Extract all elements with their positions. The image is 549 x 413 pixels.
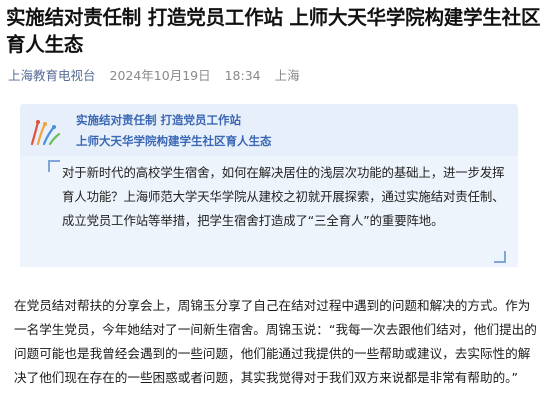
publish-date: 2024年10月19日 [109, 68, 211, 83]
source-account-link[interactable]: 上海教育电视台 [8, 68, 96, 83]
corner-bracket-icon [48, 160, 60, 172]
banner-subheadline: 上师大天华学院构建学生社区育人生态 [76, 134, 272, 148]
flower-logo-icon [28, 118, 62, 146]
publish-time: 18:34 [224, 68, 261, 83]
intro-quote-box: 对于新时代的高校学生宿舍，如何在解决居住的浅层次功能的基础上，进一步发挥育人功能… [20, 156, 518, 267]
corner-bracket-icon [494, 251, 506, 263]
article-meta: 上海教育电视台 2024年10月19日 18:34 上海 [8, 65, 310, 84]
article-title: 实施结对责任制 打造党员工作站 上师大天华学院构建学生社区育人生态 [6, 6, 541, 56]
article-banner: 实施结对责任制 打造党员工作站 上师大天华学院构建学生社区育人生态 [20, 104, 518, 160]
intro-text: 对于新时代的高校学生宿舍，如何在解决居住的浅层次功能的基础上，进一步发挥育人功能… [62, 165, 505, 228]
publish-location: 上海 [274, 68, 300, 83]
body-paragraph: 在党员结对帮扶的分享会上，周锦玉分享了自己在结对过程中遇到的问题和解决的方式。作… [14, 298, 537, 385]
banner-headline: 实施结对责任制 打造党员工作站 [76, 113, 242, 127]
